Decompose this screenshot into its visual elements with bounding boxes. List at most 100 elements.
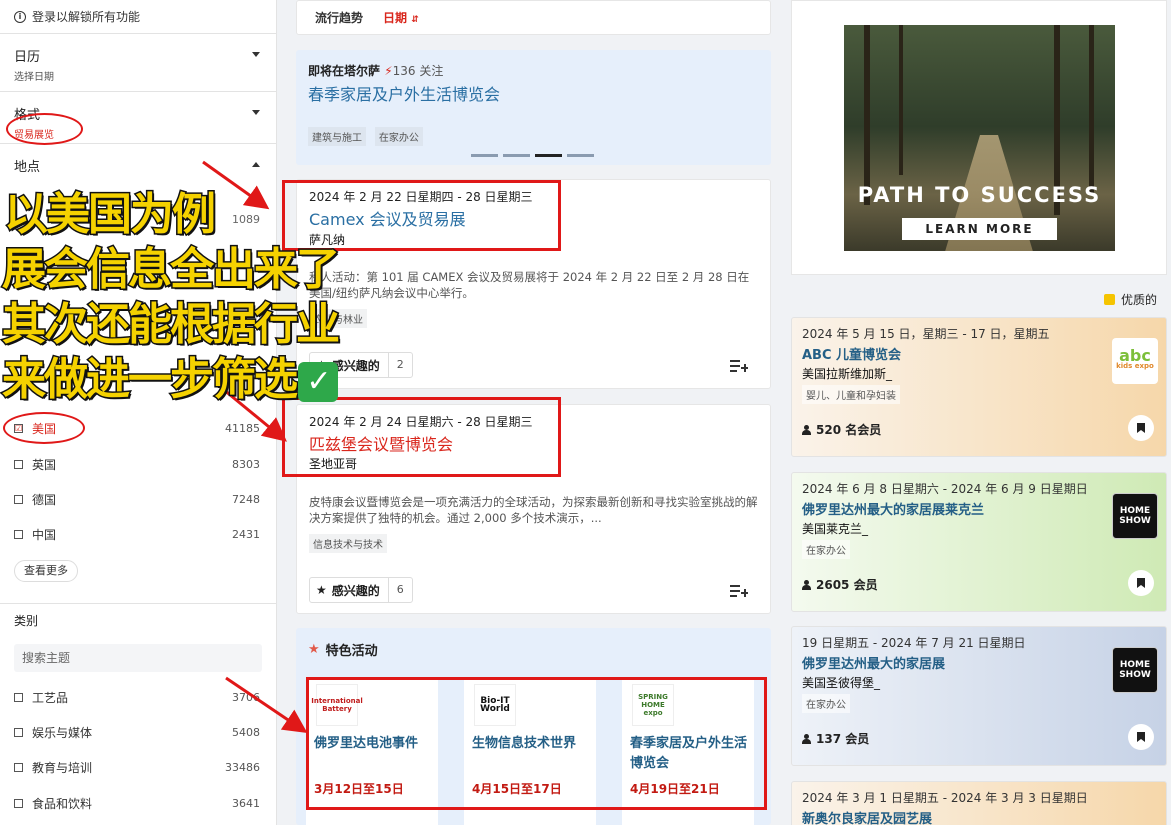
category-label: 食品和饮料 <box>32 797 93 811</box>
event-title[interactable]: ABC 儿童博览会 <box>802 344 901 363</box>
checkbox-icon[interactable] <box>14 530 23 539</box>
bookmark-icon <box>1137 732 1145 742</box>
featured-title[interactable]: 春季家居及户外生活博览会 <box>630 734 750 774</box>
promo-title[interactable]: 春季家居及户外生活博览会 <box>308 81 500 105</box>
category-item[interactable]: 工艺品 3706 <box>14 689 260 706</box>
checkbox-icon[interactable] <box>14 495 23 504</box>
category-item[interactable]: 食品和饮料 3641 <box>14 795 260 812</box>
ad-banner[interactable]: PATH TO SUCCESS LEARN MORE <box>844 25 1115 251</box>
checkbox-icon[interactable] <box>14 799 23 808</box>
country-label: 德国 <box>32 493 57 507</box>
featured-card[interactable]: SPRING HOME expo 春季家居及户外生活博览会 4月19日至21日 <box>622 678 754 825</box>
overlay-caption: 来做进一步筛选 <box>1 353 300 407</box>
login-text[interactable]: 登录以解锁所有功能 <box>32 8 140 25</box>
featured-heading: ★ 特色活动 <box>308 640 378 659</box>
tag[interactable]: 信息技术与技术 <box>309 534 387 553</box>
interested-button[interactable]: ★ 感兴趣的 6 <box>309 577 413 603</box>
premium-event-card[interactable]: 2024 年 6 月 8 日星期六 - 2024 年 6 月 9 日星期日 佛罗… <box>791 472 1167 612</box>
member-count: 520 名会员 <box>802 421 881 438</box>
person-icon <box>802 424 811 435</box>
checkbox-checked-icon[interactable]: ☑ <box>14 424 23 433</box>
event-title[interactable]: 匹兹堡会议暨博览会 <box>309 431 453 455</box>
category-item[interactable]: 教育与培训 33486 <box>14 759 260 776</box>
event-logo: HOME SHOW <box>1112 493 1158 539</box>
add-to-list-icon[interactable] <box>730 585 748 599</box>
ad-headline: PATH TO SUCCESS <box>857 183 1102 207</box>
login-prompt[interactable]: i 登录以解锁所有功能 <box>0 0 276 34</box>
premium-marker-icon <box>1104 294 1115 305</box>
checkbox-icon[interactable] <box>14 460 23 469</box>
tag[interactable]: 建筑与施工 <box>308 127 366 146</box>
sort-date-tab[interactable]: 日期 ⇵ <box>383 9 419 26</box>
sort-date-label: 日期 <box>383 11 408 25</box>
category-item[interactable]: 娱乐与媒体 5408 <box>14 724 260 741</box>
sort-arrows-icon: ⇵ <box>411 15 419 25</box>
bookmark-button[interactable] <box>1128 724 1154 750</box>
person-icon <box>802 733 811 744</box>
featured-card[interactable]: International Battery 佛罗里达电池事件 3月12日至15日 <box>306 678 438 825</box>
ad-container: PATH TO SUCCESS LEARN MORE <box>791 0 1167 275</box>
checkbox-icon[interactable] <box>14 728 23 737</box>
member-count: 2605 会员 <box>802 576 878 593</box>
tag[interactable]: 婴儿、儿童和孕妇装 <box>802 385 900 404</box>
featured-date: 3月12日至15日 <box>314 782 404 796</box>
ad-learn-more-button[interactable]: LEARN MORE <box>902 218 1057 240</box>
carousel-dot[interactable] <box>471 154 498 157</box>
category-search-input[interactable]: 搜索主题 <box>14 644 262 672</box>
bookmark-button[interactable] <box>1128 415 1154 441</box>
tag[interactable]: 在家办公 <box>374 127 423 146</box>
country-item-cn[interactable]: 中国 2431 <box>14 526 260 543</box>
chevron-up-icon[interactable] <box>252 162 260 167</box>
country-label: 美国 <box>32 422 57 436</box>
country-count: 41185 <box>225 422 260 435</box>
chevron-down-icon[interactable] <box>252 110 260 115</box>
overlay-caption-row: 来做进一步筛选 ✓ <box>1 343 338 407</box>
featured-card[interactable]: Bio-IT World 生物信息技术世界 4月15日至17日 <box>464 678 596 825</box>
carousel-dot-active[interactable] <box>535 154 562 157</box>
calendar-sub: 选择日期 <box>14 72 54 83</box>
checkbox-icon[interactable] <box>14 763 23 772</box>
tag[interactable]: 在家办公 <box>802 694 850 713</box>
see-more-button[interactable]: 查看更多 <box>14 560 78 582</box>
featured-date: 4月19日至21日 <box>630 782 720 796</box>
member-count-text: 2605 会员 <box>816 578 878 592</box>
carousel-dot[interactable] <box>567 154 594 157</box>
event-card[interactable]: 2024 年 2 月 24 日星期六 - 28 日星期三 匹兹堡会议暨博览会 圣… <box>296 404 771 614</box>
event-date: 2024 年 2 月 24 日星期六 - 28 日星期三 <box>309 415 533 429</box>
premium-event-card[interactable]: 2024 年 3 月 1 日星期五 - 2024 年 3 月 3 日星期日 新奥… <box>791 781 1167 825</box>
event-title[interactable]: 佛罗里达州最大的家居展 <box>802 653 945 672</box>
premium-event-card[interactable]: 2024 年 5 月 15 日，星期三 - 17 日，星期五 ABC 儿童博览会… <box>791 317 1167 457</box>
country-item-us[interactable]: ☑ 美国 41185 <box>14 420 260 437</box>
interested-label: 感兴趣的 <box>331 583 380 598</box>
featured-title[interactable]: 佛罗里达电池事件 <box>314 734 434 754</box>
checkbox-icon[interactable] <box>14 693 23 702</box>
event-card[interactable]: 2024 年 2 月 22 日星期四 - 28 日星期三 Camex 会议及贸易… <box>296 179 771 389</box>
chevron-down-icon[interactable] <box>252 52 260 57</box>
event-location: 美国拉斯维加斯_ <box>802 367 893 381</box>
event-title[interactable]: 佛罗里达州最大的家居展莱克兰 <box>802 499 984 518</box>
event-title[interactable]: Camex 会议及贸易展 <box>309 206 466 230</box>
event-date: 19 日星期五 - 2024 年 7 月 21 日星期日 <box>802 636 1026 650</box>
add-to-list-icon[interactable] <box>730 360 748 374</box>
country-label: 中国 <box>32 528 57 542</box>
carousel-dots[interactable] <box>471 154 594 157</box>
sort-trending-tab[interactable]: 流行趋势 <box>315 9 363 26</box>
bookmark-icon <box>1137 423 1145 433</box>
premium-event-card[interactable]: 19 日星期五 - 2024 年 7 月 21 日星期日 佛罗里达州最大的家居展… <box>791 626 1167 766</box>
tag[interactable]: 在家办公 <box>802 540 850 559</box>
event-title[interactable]: 新奥尔良家居及园艺展 <box>802 808 932 825</box>
country-item-de[interactable]: 德国 7248 <box>14 491 260 508</box>
calendar-filter[interactable]: 日历 选择日期 <box>0 34 276 92</box>
bookmark-button[interactable] <box>1128 570 1154 596</box>
person-icon <box>802 579 811 590</box>
category-label: 教育与培训 <box>32 761 93 775</box>
country-item-uk[interactable]: 英国 8303 <box>14 456 260 473</box>
format-filter[interactable]: 格式 贸易展览 <box>0 92 276 144</box>
promo-banner[interactable]: 即将在塔尔萨 ⚡136 关注 春季家居及户外生活博览会 建筑与施工 在家办公 <box>296 50 771 165</box>
category-label: 娱乐与媒体 <box>32 726 93 740</box>
category-count: 5408 <box>232 726 260 739</box>
featured-title[interactable]: 生物信息技术世界 <box>472 734 592 754</box>
category-label: 工艺品 <box>32 691 69 705</box>
carousel-dot[interactable] <box>503 154 530 157</box>
premium-label: 优质的 <box>1121 293 1158 307</box>
